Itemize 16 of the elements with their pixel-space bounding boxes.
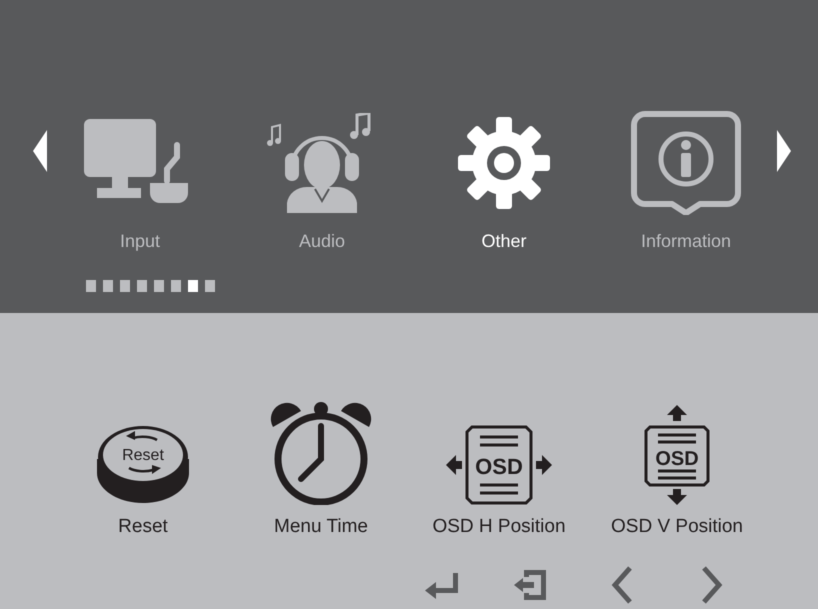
menu-tab[interactable]: Input [49,110,231,252]
menu-option[interactable]: OSD OSD V Position [588,397,766,539]
chevron-left-icon[interactable] [611,566,633,604]
settings-icon [456,115,552,211]
menu-tab[interactable]: Audio [231,110,413,252]
menu-option[interactable]: Menu Time [232,397,410,539]
menu-option[interactable]: Reset Reset [54,397,232,539]
right-arrow-icon[interactable] [777,130,791,172]
alarm-clock-icon [269,399,373,505]
enter-icon[interactable] [425,571,459,599]
menu-tab[interactable]: Other [413,110,595,252]
menu-tab[interactable]: Information [595,110,777,252]
menu-option[interactable]: OSD OSD H Position [410,397,588,539]
left-arrow-icon[interactable] [33,130,47,172]
chevron-right-icon[interactable] [701,566,723,604]
info-bubble-icon [631,111,741,215]
